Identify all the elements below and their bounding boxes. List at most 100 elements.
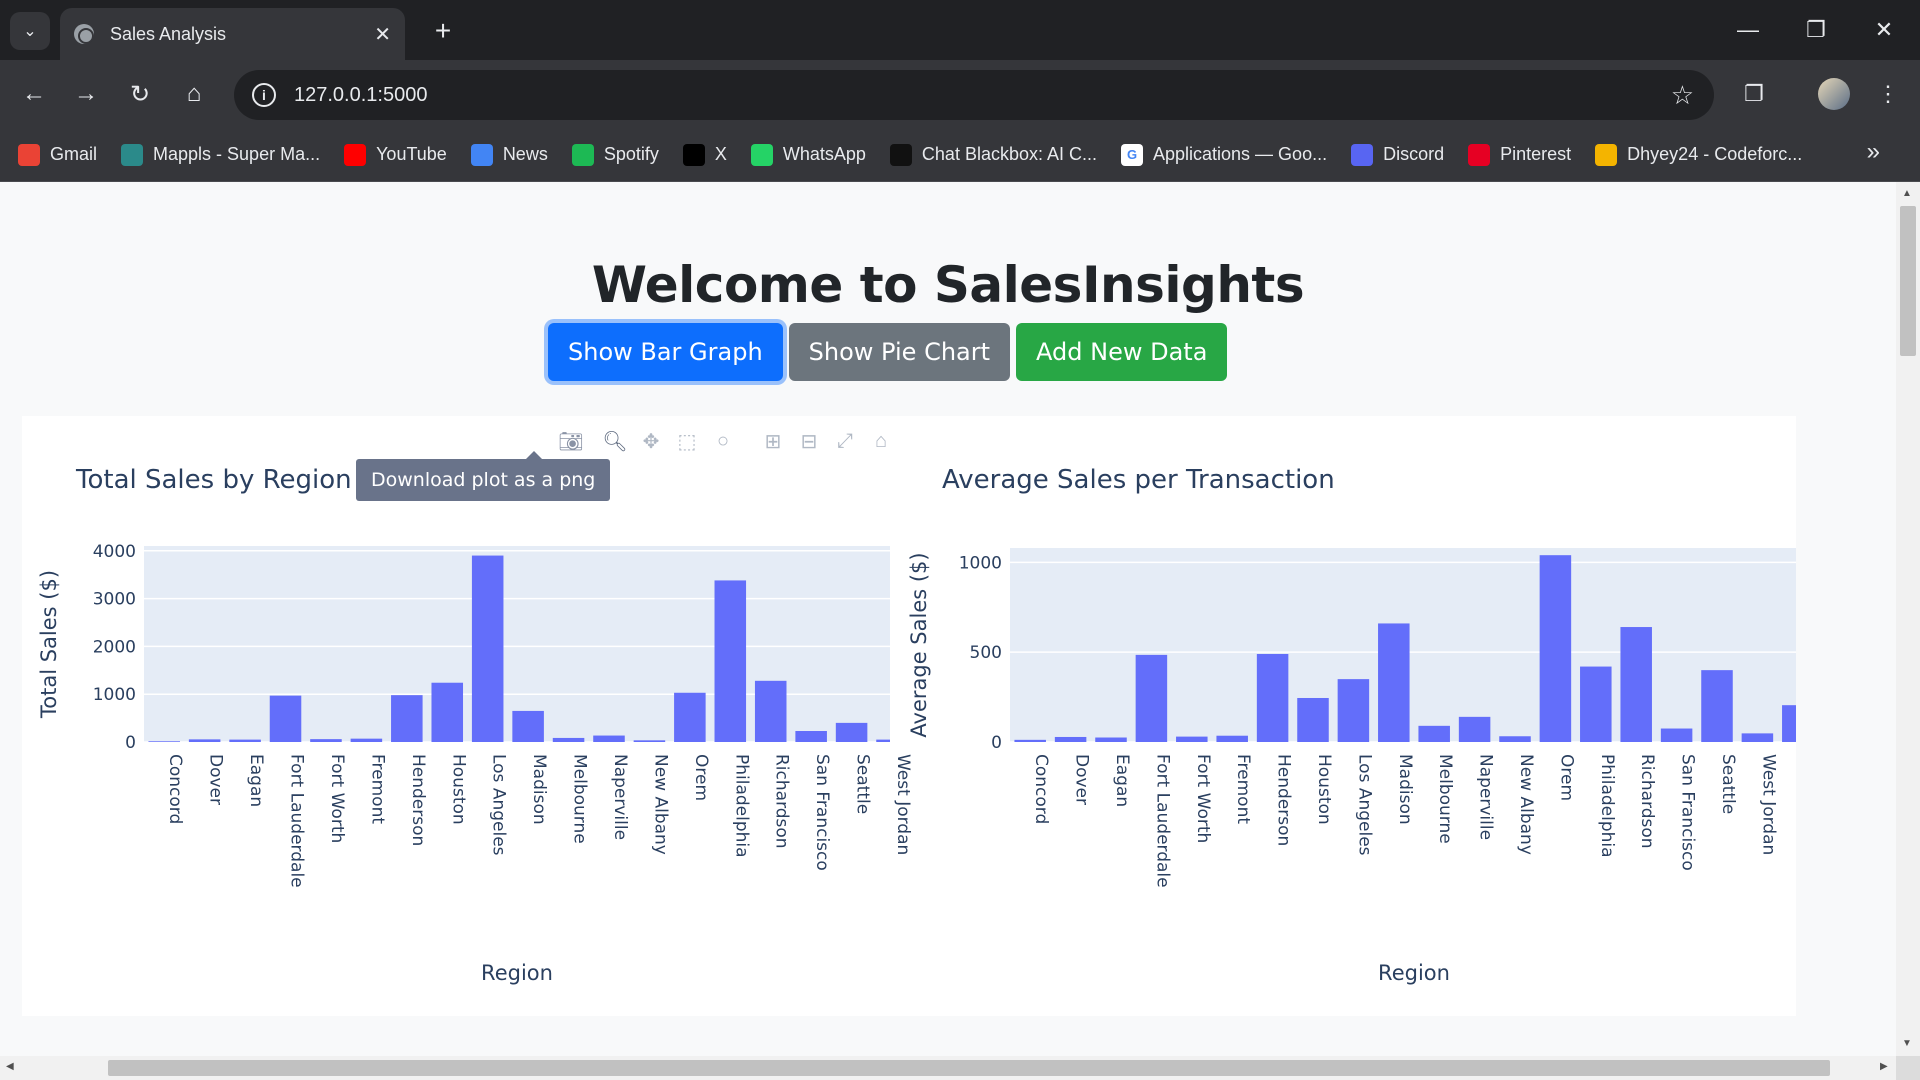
- horizontal-scroll-thumb[interactable]: [108, 1060, 1830, 1076]
- avatar[interactable]: [1818, 78, 1850, 110]
- youtube-icon: [344, 143, 367, 166]
- box-select-icon[interactable]: ⬚: [674, 428, 700, 454]
- bookmark-whatsapp[interactable]: WhatsApp: [750, 143, 866, 166]
- autoscale-icon[interactable]: ⤢: [832, 428, 858, 454]
- bookmarks-overflow-icon[interactable]: »: [1867, 138, 1880, 166]
- chart2-bar: [1418, 725, 1450, 742]
- chart1-xtick-label: Concord: [165, 754, 185, 824]
- news-icon: [470, 143, 493, 166]
- site-info-icon[interactable]: i: [252, 83, 276, 107]
- close-window-icon[interactable]: ✕: [1864, 12, 1904, 48]
- chart1-bar: [471, 555, 504, 742]
- chart2-bar: [1297, 697, 1329, 742]
- forward-icon[interactable]: →: [66, 74, 106, 114]
- bookmark-x[interactable]: X: [682, 143, 727, 166]
- bookmark-pinterest[interactable]: Pinterest: [1468, 143, 1571, 166]
- bookmark-codeforces[interactable]: Dhyey24 - Codeforc...: [1595, 143, 1802, 166]
- restore-icon[interactable]: ❐: [1796, 12, 1836, 48]
- chart1-bar: [552, 737, 585, 742]
- chart2-bar: [1741, 733, 1774, 742]
- new-tab-button[interactable]: +: [426, 14, 460, 48]
- scroll-right-icon[interactable]: ▶: [1880, 1061, 1888, 1072]
- chart2-xtick-label: Orem: [1556, 754, 1576, 801]
- chart2-xlabel: Region: [1378, 961, 1450, 985]
- chart1-bar: [229, 739, 261, 742]
- chart2-xtick-label: Dover: [1072, 754, 1092, 805]
- bookmark-blackbox[interactable]: Chat Blackbox: AI C...: [889, 143, 1097, 166]
- reset-axes-icon[interactable]: ⌂: [868, 428, 894, 454]
- chart2-bar: [1539, 555, 1572, 742]
- bookmark-mappls[interactable]: Mappls - Super Ma...: [121, 143, 321, 166]
- x-icon: [682, 143, 705, 166]
- camera-icon[interactable]: 📷︎: [558, 428, 584, 454]
- pan-icon[interactable]: ✥: [638, 428, 664, 454]
- chart1-bar: [310, 739, 342, 742]
- chart1-bar: [876, 739, 890, 742]
- reload-icon[interactable]: ↻: [120, 74, 160, 114]
- plot-modebar: 📷︎ 🔍︎ ✥ ⬚ ○ ⊞ ⊟ ⤢ ⌂: [558, 428, 904, 454]
- scroll-left-icon[interactable]: ◀: [6, 1061, 14, 1072]
- chart2-bar: [1378, 623, 1410, 742]
- home-icon[interactable]: ⌂: [174, 74, 214, 114]
- zoom-in-icon[interactable]: ⊞: [760, 428, 786, 454]
- chart1-bar: [633, 740, 666, 742]
- bookmark-star-icon[interactable]: ☆: [1671, 80, 1694, 111]
- chart2-bar: [1216, 735, 1248, 742]
- bookmark-youtube[interactable]: YouTube: [344, 143, 447, 166]
- chart2-xtick-label: Richardson: [1637, 754, 1657, 849]
- minimize-icon[interactable]: —: [1728, 12, 1768, 48]
- menu-kebab-icon[interactable]: ⋮: [1868, 74, 1908, 114]
- chart1-bar: [754, 680, 787, 742]
- bookmark-gmail[interactable]: Gmail: [18, 143, 97, 166]
- zoom-out-icon[interactable]: ⊟: [796, 428, 822, 454]
- discord-icon: [1351, 143, 1374, 166]
- bookmark-label: Mappls - Super Ma...: [153, 144, 321, 164]
- horizontal-scrollbar[interactable]: ◀ ▶: [0, 1056, 1896, 1080]
- chart2-xtick-label: San Francisco: [1678, 754, 1698, 871]
- chart1-xtick-label: Houston: [448, 754, 468, 825]
- show-pie-chart-button[interactable]: Show Pie Chart: [788, 323, 1011, 381]
- chart1-xtick-label: Henderson: [408, 754, 428, 846]
- chart1-ytick-label: 2000: [93, 637, 136, 657]
- bookmark-spotify[interactable]: Spotify: [571, 143, 659, 166]
- codeforces-icon: [1595, 143, 1618, 166]
- lasso-select-icon[interactable]: ○: [710, 428, 736, 454]
- chart2-xtick-label: Eagan: [1112, 754, 1132, 807]
- chart2-title: Average Sales per Transaction: [942, 465, 1335, 495]
- chart1-bar: [350, 738, 383, 742]
- back-icon[interactable]: ←: [14, 74, 54, 114]
- chart1-bar: [835, 722, 868, 742]
- vertical-scrollbar[interactable]: ▲ ▼: [1896, 182, 1920, 1056]
- zoom-icon[interactable]: 🔍︎: [602, 428, 628, 454]
- chart2-bar: [1620, 627, 1652, 742]
- scroll-down-icon[interactable]: ▼: [1902, 1038, 1912, 1049]
- chart2-bar: [1337, 679, 1370, 742]
- tab-title: Sales Analysis: [110, 23, 227, 44]
- scroll-up-icon[interactable]: ▲: [1902, 188, 1912, 199]
- vertical-scroll-thumb[interactable]: [1900, 206, 1916, 356]
- chart1-xtick-label: West Jordan: [893, 754, 913, 855]
- chart2-xtick-label: Fremont: [1233, 754, 1253, 824]
- chart1-xtick-label: Seattle: [853, 754, 873, 814]
- active-tab[interactable]: Sales Analysis ✕: [60, 8, 405, 60]
- bookmark-news[interactable]: News: [470, 143, 548, 166]
- chart2-bar: [1499, 736, 1531, 742]
- chart1-xtick-label: Fort Worth: [327, 754, 347, 843]
- address-bar[interactable]: i 127.0.0.1:5000 ☆: [234, 70, 1714, 120]
- add-new-data-button[interactable]: Add New Data: [1016, 323, 1228, 381]
- chart1-ytick-label: 4000: [93, 542, 136, 562]
- bookmark-label: Chat Blackbox: AI C...: [921, 144, 1097, 164]
- pinterest-icon: [1468, 143, 1491, 166]
- bookmark-google[interactable]: G Applications — Goo...: [1121, 143, 1327, 166]
- tab-search-button[interactable]: ⌄: [10, 12, 50, 50]
- close-tab-icon[interactable]: ✕: [374, 22, 391, 47]
- chart1-xtick-label: Los Angeles: [489, 754, 509, 856]
- show-bar-graph-button[interactable]: Show Bar Graph: [548, 323, 783, 381]
- chart2-bar: [1782, 705, 1814, 742]
- chart1-bar: [148, 741, 180, 742]
- chart2-ytick-label: 1000: [959, 553, 1002, 573]
- extensions-icon[interactable]: ❐: [1734, 74, 1774, 114]
- chart1-bar: [714, 580, 747, 742]
- bookmark-discord[interactable]: Discord: [1351, 143, 1444, 166]
- chart2-xtick-label: Concord: [1031, 754, 1051, 824]
